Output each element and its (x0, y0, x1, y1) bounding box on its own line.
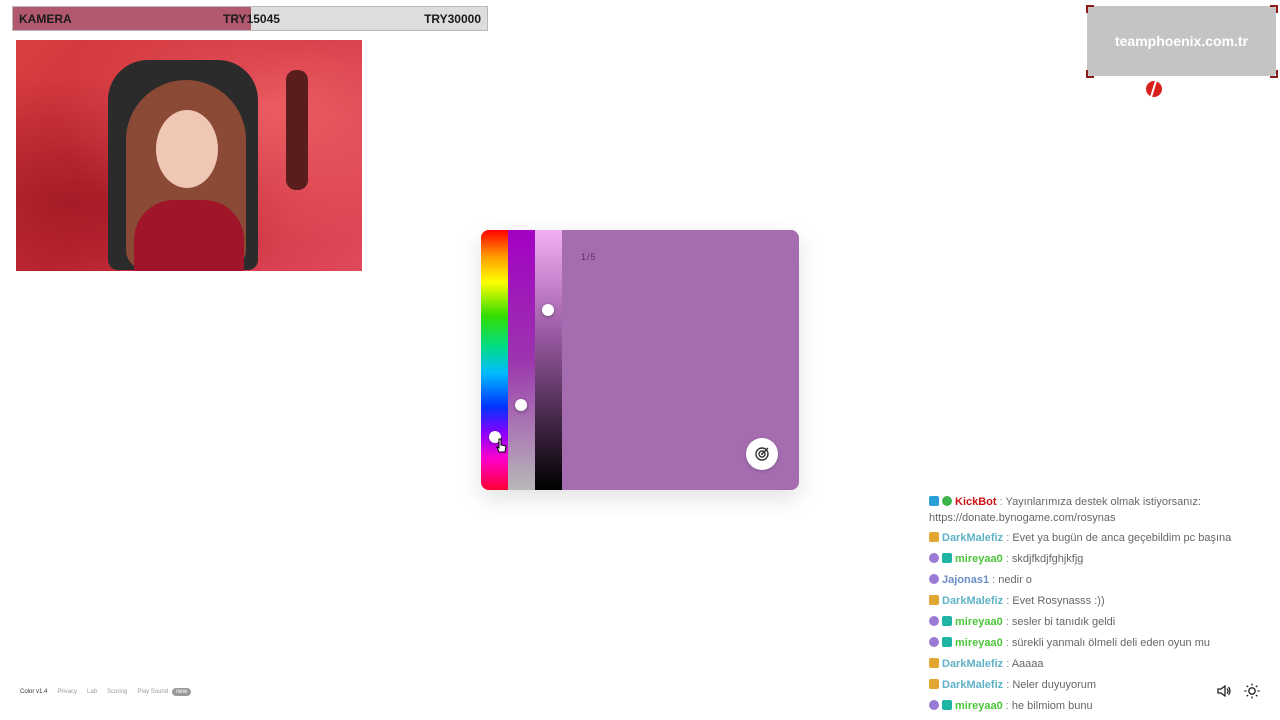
goal-current-amount: TRY15045 (223, 12, 280, 26)
new-badge: new (172, 688, 192, 696)
founder-badge-icon (929, 679, 939, 689)
submit-button[interactable] (746, 438, 778, 470)
chat-username[interactable]: Jajonas1 (942, 574, 989, 586)
sub-badge-icon (942, 616, 952, 626)
chat-message: mireyaa0 : skdjfkdjfghjkfjg (929, 549, 1274, 570)
sub-badge-icon (942, 553, 952, 563)
color-game-card: 1/5 (481, 230, 799, 490)
goal-title: KAMERA (19, 12, 72, 26)
chat-message: Jajonas1 : nedir o (929, 570, 1274, 591)
chat-link[interactable]: https://donate.bynogame.com/rosynas (929, 510, 1274, 526)
chat-text: Evet ya bugün de anca geçebildim pc başı… (1012, 532, 1232, 544)
donation-goal-bar: KAMERA TRY15045 TRY30000 (12, 6, 488, 31)
lab-link[interactable]: Lab (87, 689, 97, 695)
privacy-link[interactable]: Privacy (57, 689, 77, 695)
chat-username[interactable]: mireyaa0 (955, 616, 1003, 628)
volume-icon[interactable] (1216, 683, 1232, 699)
chat-username[interactable]: DarkMalefiz (942, 658, 1003, 670)
round-counter: 1/5 (581, 252, 597, 262)
chat-message: mireyaa0 : he bilmiom bunu (929, 696, 1274, 717)
chat-text: he bilmiom bunu (1011, 700, 1093, 712)
gift-badge-icon (929, 637, 939, 647)
saturation-slider[interactable] (508, 230, 535, 490)
mouse-cursor-icon (496, 438, 507, 453)
gift-badge-icon (929, 700, 939, 710)
footer-links: Color v1.4 Privacy Lab Scoring Play Soun… (20, 688, 192, 696)
chat-text: sesler bi tanıdık geldi (1011, 616, 1116, 628)
sponsor-logo-icon (1146, 80, 1162, 98)
chat-username[interactable]: mireyaa0 (955, 553, 1003, 565)
scoring-link[interactable]: Scoring (107, 689, 127, 695)
chat-text: Evet Rosynasss :)) (1012, 595, 1105, 607)
target-icon (755, 447, 769, 461)
chat-text: Aaaaa (1011, 658, 1044, 670)
sponsor-banner: teamphoenix.com.tr (1087, 6, 1276, 76)
sub-badge-icon (942, 637, 952, 647)
goal-target-amount: TRY30000 (424, 12, 481, 26)
lightness-slider[interactable] (535, 230, 562, 490)
chat-text: Neler duyuyorum (1012, 679, 1097, 691)
saturation-slider-handle[interactable] (515, 398, 527, 411)
chat-message: DarkMalefiz : Evet ya bugün de anca geçe… (929, 528, 1274, 549)
sponsor-text: teamphoenix.com.tr (1114, 33, 1249, 49)
chat-username[interactable]: mireyaa0 (955, 700, 1003, 712)
brightness-icon[interactable] (1244, 683, 1260, 699)
chat-text: nedir o (998, 574, 1032, 586)
chat-username[interactable]: KickBot (955, 496, 997, 508)
version-label: Color v1.4 (20, 689, 48, 695)
chat-message: mireyaa0 : sürekli yanmalı ölmeli deli e… (929, 633, 1274, 654)
gift-badge-icon (929, 616, 939, 626)
founder-badge-icon (929, 658, 939, 668)
gift-badge-icon (929, 553, 939, 563)
chat-message: DarkMalefiz : Aaaaa (929, 654, 1274, 675)
chat-message: DarkMalefiz : Evet Rosynasss :)) (929, 591, 1274, 612)
sub-badge-icon (942, 700, 952, 710)
gift-badge-icon (929, 574, 939, 584)
verified-badge-icon (942, 496, 952, 506)
chat-username[interactable]: mireyaa0 (955, 637, 1003, 649)
chat-username[interactable]: DarkMalefiz (942, 595, 1003, 607)
founder-badge-icon (929, 532, 939, 542)
chat-username[interactable]: DarkMalefiz (942, 532, 1003, 544)
bot-badge-icon (929, 496, 939, 506)
chat-username[interactable]: DarkMalefiz (942, 679, 1003, 691)
chat-text: skdjfkdjfghjkfjg (1011, 553, 1084, 565)
chat-text: sürekli yanmalı ölmeli deli eden oyun mu (1011, 637, 1210, 649)
chat-message: mireyaa0 : sesler bi tanıdık geldi (929, 612, 1274, 633)
toolbar (1216, 683, 1260, 699)
webcam-feed (16, 40, 362, 271)
founder-badge-icon (929, 595, 939, 605)
chat-text: Yayınlarımıza destek olmak istiyorsanız: (1005, 496, 1201, 508)
play-sound-link[interactable]: Play Sound (137, 689, 168, 695)
